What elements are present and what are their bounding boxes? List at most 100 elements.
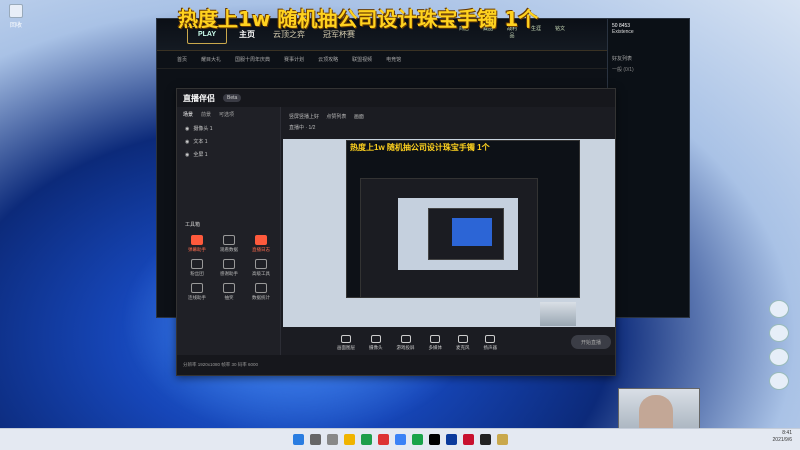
friends-group[interactable]: 一般 (0/1): [608, 66, 689, 73]
runes-icon[interactable]: 铭文: [553, 25, 567, 43]
stream-overlay-title: 热度上1w 随机抽公司设计珠宝手镯 1个: [178, 7, 539, 31]
start-icon[interactable]: [292, 434, 304, 445]
tab-options[interactable]: 可选项: [219, 111, 234, 118]
clock-date: 2021/9/6: [772, 437, 792, 443]
btn-media[interactable]: 多媒体: [428, 335, 443, 351]
tool-label: 观看数据: [220, 247, 238, 252]
league-icon[interactable]: [496, 434, 508, 445]
layers-icon: [341, 335, 351, 343]
player-card[interactable]: 50 8453 Existence: [608, 19, 689, 51]
tool-label: 抽奖: [224, 295, 234, 300]
wechat-icon[interactable]: [411, 434, 423, 445]
version-badge: Beta: [223, 94, 242, 102]
btn-game-cast[interactable]: 游戏投屏: [397, 335, 415, 351]
browser-icon[interactable]: [394, 434, 406, 445]
scene-label: 全屏 1: [193, 152, 208, 158]
clock-time: 8:41: [782, 430, 792, 436]
desktop-icon-label: 回收: [9, 23, 22, 29]
right-dock: [764, 300, 794, 396]
scene-item-camera[interactable]: ◉ 摄像头 1: [177, 122, 280, 135]
tool-grid: 弹幕助手 观看数据 直播日志 粉丝团 感谢助手 高级工具 连线助手 抽奖 数据统…: [183, 235, 275, 301]
subtab-6[interactable]: 电竞馆: [386, 56, 401, 63]
photoshop-icon[interactable]: [445, 434, 457, 445]
tool-icon: [255, 283, 267, 293]
subtab-4[interactable]: 云顶攻略: [318, 56, 338, 63]
tool-fans[interactable]: 粉丝团: [183, 259, 211, 277]
preview-status: 直播中 · 1/2: [289, 125, 316, 131]
eye-icon[interactable]: ◉: [185, 126, 189, 132]
tool-label: 弹幕助手: [188, 247, 206, 252]
btn-label: 游戏投屏: [396, 345, 415, 350]
app-icon[interactable]: [462, 434, 474, 445]
subtab-1[interactable]: 耀目大礼: [201, 56, 221, 63]
preview-toolbar: 竖屏竖播上好 点赞列表 画面 直播中 · 1/2: [283, 113, 615, 139]
tab-foreground[interactable]: 前景: [201, 111, 211, 118]
scene-item-text[interactable]: ◉ 文本 1: [177, 135, 280, 148]
tool-lottery[interactable]: 抽奖: [215, 283, 243, 301]
taskbar: [0, 428, 800, 450]
app-icon[interactable]: [377, 434, 389, 445]
tool-icon: [223, 235, 235, 245]
tool-icon: [223, 283, 235, 293]
stream-app-icon[interactable]: [479, 434, 491, 445]
app-icon[interactable]: [428, 434, 440, 445]
scene-panel: 场景 前景 可选项 ◉ 摄像头 1 ◉ 文本 1 ◉ 全屏 1 工具箱 弹幕助手 观看…: [177, 107, 281, 357]
eye-icon[interactable]: ◉: [185, 152, 189, 158]
btn-speaker[interactable]: 扬声器: [483, 335, 498, 351]
scene-label: 摄像头 1: [193, 126, 213, 132]
btn-label: 扬声器: [483, 345, 498, 350]
tool-thanks[interactable]: 感谢助手: [215, 259, 243, 277]
scene-item-fullscreen[interactable]: ◉ 全屏 1: [177, 148, 280, 161]
tool-label: 直播日志: [252, 247, 270, 252]
recycle-bin-icon: [9, 4, 23, 18]
start-stream-button[interactable]: 开始直播: [571, 335, 611, 349]
eye-icon[interactable]: ◉: [185, 139, 189, 145]
monitor-icon: [400, 335, 411, 343]
nested-preview-wallpaper: [452, 218, 492, 246]
dock-item-icon[interactable]: [769, 324, 789, 342]
btn-label: 画面图层: [337, 345, 355, 350]
btn-label: 麦克风: [456, 345, 470, 350]
subtab-5[interactable]: 联盟视频: [352, 56, 372, 63]
btn-layers[interactable]: 画面图层: [337, 335, 355, 351]
folder-icon[interactable]: [343, 434, 355, 445]
dock-item-icon[interactable]: [769, 372, 789, 390]
tool-icon: [255, 235, 267, 245]
tool-icon: [191, 235, 203, 245]
tool-log[interactable]: 直播日志: [247, 235, 275, 253]
microphone-icon: [457, 335, 468, 343]
preview-tab-2[interactable]: 画面: [354, 114, 364, 120]
desktop-icon-recycle[interactable]: 回收: [6, 4, 26, 29]
btn-camera[interactable]: 摄像头: [369, 335, 383, 351]
preview-tab-1[interactable]: 点赞列表: [326, 114, 346, 120]
btn-label: 多媒体: [428, 345, 443, 350]
speaker-icon: [485, 335, 496, 343]
scene-label: 文本 1: [193, 139, 208, 145]
app-icon[interactable]: [360, 434, 372, 445]
tool-label: 高级工具: [252, 271, 270, 276]
preview-tab-0[interactable]: 竖屏竖播上好: [289, 114, 319, 120]
tool-advanced[interactable]: 高级工具: [247, 259, 275, 277]
subtab-3[interactable]: 赛事计划: [284, 56, 304, 63]
tool-viewers[interactable]: 观看数据: [215, 235, 243, 253]
subtab-2[interactable]: 国服十周年庆典: [235, 56, 270, 63]
dock-item-icon[interactable]: [769, 300, 789, 318]
tool-icon: [191, 259, 203, 269]
nested-overlay-title: 热度上1w 随机抽公司设计珠宝手镯 1个: [350, 143, 490, 152]
friends-title: 好友列表: [612, 56, 633, 62]
tab-scenes[interactable]: 场景: [183, 111, 193, 118]
task-view-icon[interactable]: [326, 434, 338, 445]
tool-label: 连线助手: [188, 295, 206, 300]
system-tray-clock[interactable]: 8:41 2021/9/6: [773, 430, 792, 444]
player-name: Existence: [612, 29, 634, 35]
tool-stats[interactable]: 数据统计: [247, 283, 275, 301]
tool-link[interactable]: 连线助手: [183, 283, 211, 301]
dock-item-icon[interactable]: [769, 348, 789, 366]
search-icon[interactable]: [309, 434, 321, 445]
app-titlebar: 直播伴侣 Beta: [177, 89, 615, 107]
btn-mic[interactable]: 麦克风: [456, 335, 470, 351]
tool-danmaku[interactable]: 弹幕助手: [183, 235, 211, 253]
btn-label: 摄像头: [369, 345, 383, 350]
tools-title: 工具箱: [185, 222, 201, 228]
subtab-0[interactable]: 首页: [177, 56, 187, 63]
